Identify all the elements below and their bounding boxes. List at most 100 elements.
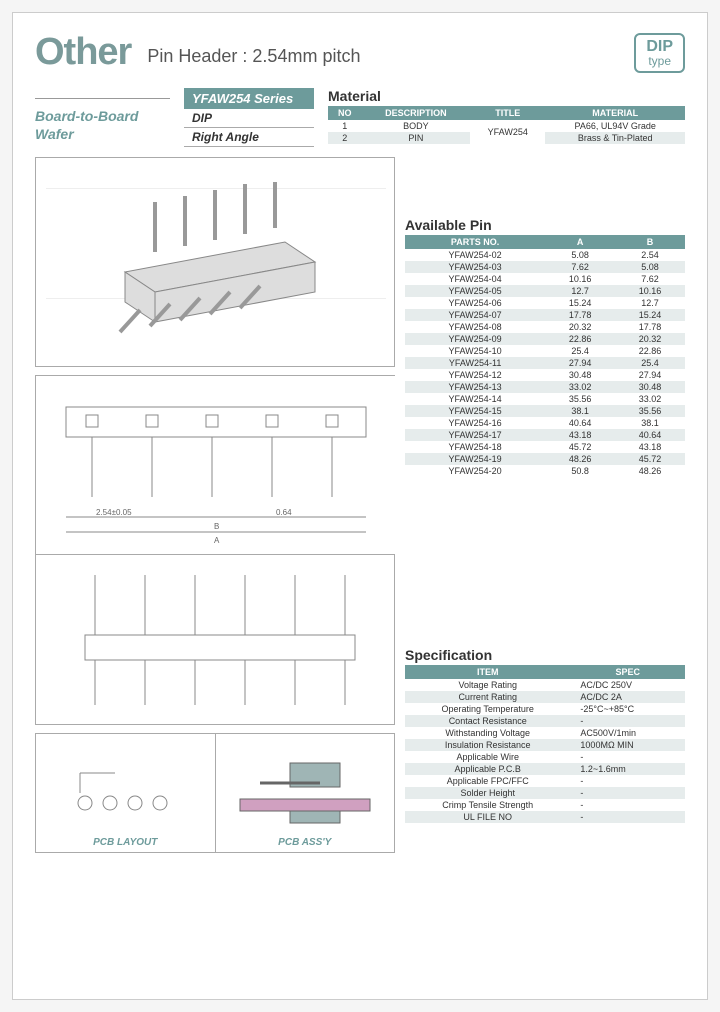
- cell: YFAW254-09: [405, 333, 545, 345]
- cell: 22.86: [615, 345, 685, 357]
- table-row: YFAW254-1538.135.56: [405, 405, 685, 417]
- cell: 20.32: [615, 333, 685, 345]
- cell: 5.08: [615, 261, 685, 273]
- cell: YFAW254-06: [405, 297, 545, 309]
- cell: YFAW254-05: [405, 285, 545, 297]
- cell: 30.48: [545, 369, 615, 381]
- series-box: YFAW254 Series DIP Right Angle: [184, 88, 314, 147]
- cell: YFAW254-17: [405, 429, 545, 441]
- col-header: ITEM: [405, 665, 570, 679]
- table-row: Crimp Tensile Strength-: [405, 799, 685, 811]
- cell: 30.48: [615, 381, 685, 393]
- cell: 10.16: [545, 273, 615, 285]
- dim-pitch: 2.54±0.05: [96, 508, 132, 517]
- spec-title: Specification: [405, 647, 685, 663]
- table-row: Applicable P.C.B1.2~1.6mm: [405, 763, 685, 775]
- cell: -: [570, 811, 685, 823]
- cell: Voltage Rating: [405, 679, 570, 691]
- cell: 40.64: [615, 429, 685, 441]
- cell: 10.16: [615, 285, 685, 297]
- table-row: YFAW254-1333.0230.48: [405, 381, 685, 393]
- table-row: YFAW254-0820.3217.78: [405, 321, 685, 333]
- cell: 38.1: [615, 417, 685, 429]
- cell: YFAW254-03: [405, 261, 545, 273]
- cell: YFAW254-12: [405, 369, 545, 381]
- cell: YFAW254-11: [405, 357, 545, 369]
- table-row: YFAW254-1230.4827.94: [405, 369, 685, 381]
- pcb-layout-cell: PCB LAYOUT: [35, 733, 216, 853]
- cell: PA66, UL94V Grade: [545, 120, 685, 132]
- page-subtitle: Pin Header : 2.54mm pitch: [147, 46, 360, 67]
- cell: 48.26: [615, 465, 685, 477]
- footprint-strip: PCB LAYOUT PCB ASS'Y: [35, 733, 395, 853]
- dim-a: A: [214, 536, 220, 545]
- table-row: Insulation Resistance1000MΩ MIN: [405, 739, 685, 751]
- table-row: Voltage RatingAC/DC 250V: [405, 679, 685, 691]
- cell: -: [570, 715, 685, 727]
- connector-3d-icon: [85, 182, 345, 342]
- cell: 2.54: [615, 249, 685, 261]
- cell: -: [570, 787, 685, 799]
- cell: 27.94: [615, 369, 685, 381]
- dim-pin: 0.64: [276, 508, 292, 517]
- cell: 12.7: [615, 297, 685, 309]
- cell: 27.94: [545, 357, 615, 369]
- product-render: [35, 157, 395, 367]
- cell: 17.78: [615, 321, 685, 333]
- table-row: Applicable Wire-: [405, 751, 685, 763]
- table-row: YFAW254-1845.7243.18: [405, 441, 685, 453]
- brand-logo: Other: [35, 31, 131, 74]
- cell: 2: [328, 132, 362, 144]
- cell: Applicable P.C.B: [405, 763, 570, 775]
- pins-table: PARTS NO.AB YFAW254-025.082.54YFAW254-03…: [405, 235, 685, 477]
- cell: 1.2~1.6mm: [570, 763, 685, 775]
- cell: 5.08: [545, 249, 615, 261]
- cell: 48.26: [545, 453, 615, 465]
- table-row: Contact Resistance-: [405, 715, 685, 727]
- cell: YFAW254-07: [405, 309, 545, 321]
- table-row: YFAW254-0615.2412.7: [405, 297, 685, 309]
- table-row: YFAW254-1435.5633.02: [405, 393, 685, 405]
- material-table: NODESCRIPTIONTITLEMATERIAL 1BODYYFAW254P…: [328, 106, 685, 144]
- pins-title: Available Pin: [405, 217, 685, 233]
- badge-bot: type: [646, 55, 673, 67]
- table-row: YFAW254-0922.8620.32: [405, 333, 685, 345]
- cell: 15.24: [615, 309, 685, 321]
- cell: YFAW254-16: [405, 417, 545, 429]
- dip-type-badge: DIP type: [634, 33, 685, 73]
- cell: YFAW254-04: [405, 273, 545, 285]
- datasheet-page: Other Pin Header : 2.54mm pitch DIP type…: [12, 12, 708, 1000]
- table-row: YFAW254-0512.710.16: [405, 285, 685, 297]
- cell: 45.72: [545, 441, 615, 453]
- cell: YFAW254-13: [405, 381, 545, 393]
- cell: AC/DC 2A: [570, 691, 685, 703]
- cell: Current Rating: [405, 691, 570, 703]
- mechanical-drawings: 2.54±0.05 0.64 B A: [35, 375, 395, 555]
- col-header: NO: [328, 106, 362, 120]
- cell: PIN: [362, 132, 471, 144]
- cell: AC/DC 250V: [570, 679, 685, 691]
- cell: 1: [328, 120, 362, 132]
- meta-row: Board-to-Board Wafer YFAW254 Series DIP …: [35, 88, 685, 147]
- cell: YFAW254-19: [405, 453, 545, 465]
- col-header: SPEC: [570, 665, 685, 679]
- cell: Withstanding Voltage: [405, 727, 570, 739]
- dim-b: B: [214, 522, 219, 531]
- table-row: YFAW254-025.082.54: [405, 249, 685, 261]
- cell: 43.18: [615, 441, 685, 453]
- cell: 17.78: [545, 309, 615, 321]
- cell: 15.24: [545, 297, 615, 309]
- category-label: Board-to-Board Wafer: [35, 107, 170, 143]
- cell: 40.64: [545, 417, 615, 429]
- table-row: YFAW254-2050.848.26: [405, 465, 685, 477]
- cell: 43.18: [545, 429, 615, 441]
- series-angle: Right Angle: [184, 128, 314, 147]
- cell: BODY: [362, 120, 471, 132]
- table-row: YFAW254-1127.9425.4: [405, 357, 685, 369]
- cell: -: [570, 775, 685, 787]
- table-row: 1BODYYFAW254PA66, UL94V Grade: [328, 120, 685, 132]
- badge-top: DIP: [646, 39, 673, 55]
- tables-column: Available Pin PARTS NO.AB YFAW254-025.08…: [405, 147, 685, 853]
- cell: Contact Resistance: [405, 715, 570, 727]
- cell: YFAW254-08: [405, 321, 545, 333]
